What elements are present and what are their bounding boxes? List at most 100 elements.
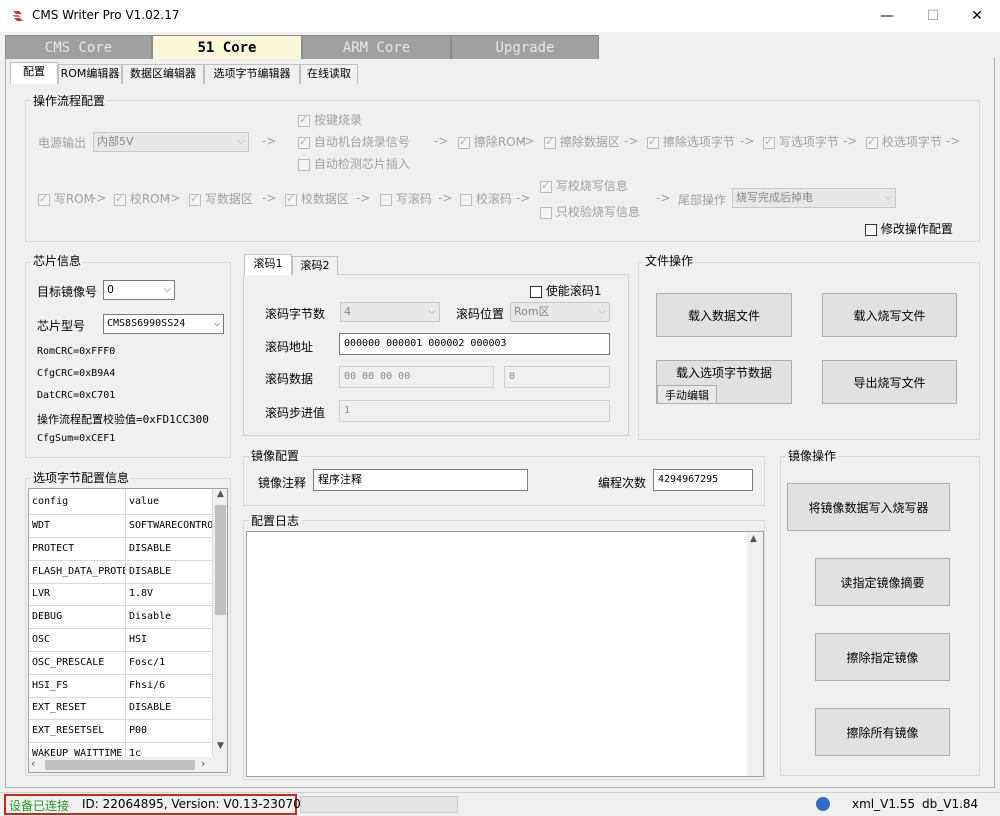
verify-option-checkbox[interactable]: 校选项字节	[866, 133, 942, 150]
load-data-button[interactable]: 载入数据文件	[656, 293, 792, 337]
write-roll-checkbox[interactable]: 写滚码	[380, 190, 432, 207]
load-burn-button[interactable]: 载入烧写文件	[822, 293, 957, 337]
grid-cell-config[interactable]: EXT_RESET	[29, 697, 126, 721]
program-count-input[interactable]: 4294967295	[653, 469, 753, 491]
flow-arrow: ->	[438, 191, 453, 205]
dat-crc: DatCRC=0xC701	[37, 390, 116, 401]
verify-data-checkbox[interactable]: 校数据区	[285, 190, 349, 207]
target-image-select[interactable]: 0 ⌵	[103, 280, 175, 300]
scroll-left-icon[interactable]: ‹	[31, 757, 35, 770]
subtab-option-editor[interactable]: 选项字节编辑器	[204, 64, 300, 84]
write-option-checkbox[interactable]: 写选项字节	[763, 133, 839, 150]
flow-arrow: ->	[656, 191, 671, 205]
image-note-input[interactable]: 程序注释	[313, 469, 528, 491]
grid-cell-config[interactable]: HSI_FS	[29, 674, 126, 698]
subtab-online-read[interactable]: 在线读取	[300, 64, 358, 84]
grid-cell-config[interactable]: OSC	[29, 629, 126, 652]
tab-upgrade[interactable]: Upgrade	[451, 35, 599, 59]
grid-cell-value[interactable]: Fhsi/6	[126, 674, 213, 698]
auto-signal-checkbox[interactable]: 自动机台烧录信号	[298, 133, 410, 150]
tab-51-core[interactable]: 51 Core	[152, 35, 302, 59]
roll-data-input[interactable]: 00 00 00 00	[339, 366, 494, 388]
erase-data-checkbox[interactable]: 擦除数据区	[544, 133, 620, 150]
tab-roll-2[interactable]: 滚码2	[292, 256, 338, 275]
subtab-config[interactable]: 配置	[10, 62, 58, 84]
grid-cell-config[interactable]: OSC_PRESCALE	[29, 651, 126, 675]
grid-hscroll-thumb[interactable]	[45, 760, 195, 770]
checkbox-box	[458, 135, 470, 149]
minimize-button[interactable]: —	[864, 0, 910, 32]
erase-image-button[interactable]: 擦除指定镜像	[815, 633, 950, 681]
flow-arrow: ->	[624, 134, 639, 148]
roll-bytes-select[interactable]: 4 ⌵	[340, 302, 440, 322]
read-summary-button[interactable]: 读指定镜像摘要	[815, 558, 950, 606]
grid-cell-value[interactable]: SOFTWARECONTRO	[126, 515, 213, 538]
grid-cell-value[interactable]: Fosc/1	[126, 651, 213, 675]
grid-cell-value[interactable]: DISABLE	[126, 697, 213, 721]
scroll-up-icon[interactable]: ▲	[750, 534, 757, 544]
grid-cell-value[interactable]: Disable	[126, 606, 213, 630]
grid-cell-config[interactable]: WDT	[29, 515, 126, 538]
grid-vscroll-thumb[interactable]	[215, 505, 226, 615]
grid-hscrollbar[interactable]: ‹ ›	[29, 757, 227, 772]
grid-cell-value[interactable]: HSI	[126, 629, 213, 652]
grid-vscrollbar[interactable]: ▲ ▼	[213, 489, 227, 757]
checkbox-box	[114, 192, 126, 206]
scroll-right-icon[interactable]: ›	[201, 757, 205, 770]
scroll-up-icon[interactable]: ▲	[213, 489, 227, 503]
roll-pos-select[interactable]: Rom区 ⌵	[510, 302, 610, 322]
grid-cell-value[interactable]: P00	[126, 720, 213, 744]
write-rom-checkbox[interactable]: 写ROM	[38, 190, 94, 207]
subtab-data-editor[interactable]: 数据区编辑器	[122, 64, 204, 84]
erase-option-checkbox[interactable]: 擦除选项字节	[647, 133, 735, 150]
export-burn-button[interactable]: 导出烧写文件	[822, 360, 957, 404]
grid-header-config[interactable]: config	[29, 489, 126, 515]
log-vscrollbar[interactable]: ▲	[747, 532, 763, 776]
grid-header-value[interactable]: value	[126, 489, 213, 515]
erase-rom-checkbox[interactable]: 擦除ROM	[458, 133, 526, 150]
tab-cms-core[interactable]: CMS Core	[5, 35, 152, 59]
tab-roll-1[interactable]: 滚码1	[244, 254, 292, 275]
power-output-select[interactable]: 内部5V ⌵	[93, 132, 249, 152]
option-grid[interactable]: config value WDT SOFTWARECONTRO PROTECT DIS…	[28, 488, 228, 773]
write-verify-info-checkbox[interactable]: 写校烧写信息	[540, 177, 628, 194]
scroll-down-icon[interactable]: ▼	[213, 741, 227, 755]
key-burn-checkbox[interactable]: 按键烧录	[298, 111, 362, 128]
roll-step-input[interactable]: 1	[339, 400, 610, 422]
chip-model-label: 芯片型号	[37, 319, 86, 333]
write-data-checkbox[interactable]: 写数据区	[189, 190, 253, 207]
close-button[interactable]: ✕	[954, 0, 1000, 32]
roll-addr-input[interactable]: 000000 000001 000002 000003	[339, 333, 610, 355]
auto-detect-checkbox[interactable]: 自动检测芯片插入	[298, 155, 410, 172]
grid-cell-config[interactable]: PROTECT	[29, 537, 126, 561]
tail-op-select[interactable]: 烧写完成后掉电 ⌵	[732, 188, 896, 208]
device-id-version: ID: 22064895, Version: V0.13-230704	[82, 797, 309, 811]
flow-check-value: 操作流程配置校验值=0xFD1CC300	[37, 413, 209, 426]
modify-config-checkbox[interactable]: 修改操作配置	[865, 220, 953, 237]
maximize-button[interactable]: ☐	[910, 0, 956, 32]
write-image-button[interactable]: 将镜像数据写入烧写器	[787, 483, 950, 531]
roll-data-input-2[interactable]: 0	[504, 366, 610, 388]
image-note-label: 镜像注释	[258, 476, 307, 490]
flow-config-title: 操作流程配置	[31, 92, 108, 109]
checkbox-box	[866, 135, 878, 149]
chip-model-select[interactable]: CMS8S6990SS24 ⌵	[103, 314, 224, 334]
subtab-rom-editor[interactable]: ROM编辑器	[58, 64, 122, 84]
tab-arm-core[interactable]: ARM Core	[302, 35, 451, 59]
manual-edit-button[interactable]: 手动编辑	[657, 385, 717, 404]
grid-cell-config[interactable]: LVR	[29, 583, 126, 607]
file-ops-group	[638, 262, 980, 440]
grid-cell-value[interactable]: DISABLE	[126, 537, 213, 561]
erase-all-button[interactable]: 擦除所有镜像	[815, 708, 950, 756]
only-verify-info-checkbox[interactable]: 只校验烧写信息	[540, 203, 640, 220]
grid-cell-config[interactable]: EXT_RESETSEL	[29, 720, 126, 744]
grid-cell-value[interactable]: 1.8V	[126, 583, 213, 607]
log-textarea[interactable]: ▲	[246, 531, 764, 777]
enable-roll-checkbox[interactable]: 使能滚码1	[530, 282, 601, 299]
checkbox-box	[38, 192, 50, 206]
verify-roll-checkbox[interactable]: 校滚码	[460, 190, 512, 207]
grid-cell-value[interactable]: DISABLE	[126, 560, 213, 584]
verify-rom-checkbox[interactable]: 校ROM	[114, 190, 170, 207]
grid-cell-config[interactable]: FLASH_DATA_PROTE	[29, 560, 126, 584]
grid-cell-config[interactable]: DEBUG	[29, 606, 126, 630]
